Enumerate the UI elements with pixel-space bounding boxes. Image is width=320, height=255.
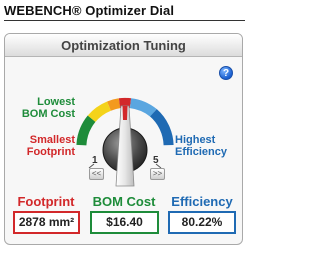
arc-segment-orange bbox=[107, 98, 121, 111]
optimization-panel: Optimization Tuning ? Lowest BOM Cost Sm… bbox=[4, 33, 243, 245]
arc-segment-green bbox=[76, 115, 96, 146]
app-title: WEBENCH® Optimizer Dial bbox=[4, 3, 175, 18]
footprint-value: 2878 mm² bbox=[13, 211, 80, 234]
title-divider bbox=[4, 20, 245, 21]
footprint-label: Footprint bbox=[17, 194, 75, 209]
scale-min: 1 bbox=[92, 155, 98, 166]
panel-title: Optimization Tuning bbox=[61, 38, 186, 53]
dial-label-footprint: Smallest Footprint bbox=[26, 134, 75, 158]
scale-max: 5 bbox=[153, 155, 159, 166]
dial-knob-icon[interactable] bbox=[102, 105, 148, 187]
arc-segment-blue bbox=[149, 109, 174, 146]
efficiency-value: 80.22% bbox=[168, 211, 236, 234]
bom-cost-value: $16.40 bbox=[90, 211, 159, 234]
efficiency-label: Efficiency bbox=[171, 194, 233, 209]
arc-segment-yellow bbox=[87, 101, 112, 123]
double-right-arrow-icon[interactable]: >> bbox=[150, 168, 165, 180]
dial-label-bom: Lowest BOM Cost bbox=[21, 96, 75, 120]
arc-segment-sky bbox=[129, 98, 157, 117]
optimizer-dial[interactable] bbox=[5, 58, 243, 188]
double-left-arrow-icon[interactable]: << bbox=[89, 168, 104, 180]
dial-label-efficiency: Highest Efficiency bbox=[175, 134, 227, 158]
panel-header: Optimization Tuning bbox=[5, 34, 242, 57]
bom-cost-label: BOM Cost bbox=[92, 194, 156, 209]
